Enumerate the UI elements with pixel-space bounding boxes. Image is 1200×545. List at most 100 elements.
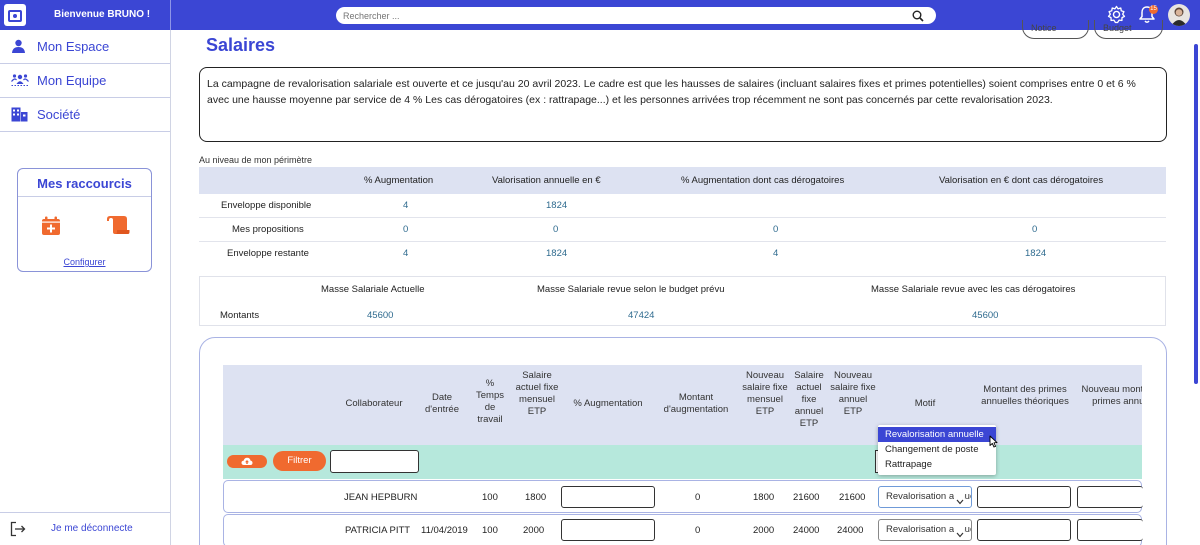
notification-badge: 15 — [1149, 5, 1158, 14]
table-cell: 4 — [403, 248, 409, 259]
page-title: Salaires — [206, 35, 276, 55]
sidebar-item-mon-espace[interactable]: Mon Espace — [0, 30, 170, 64]
column-header: % Augmentation — [573, 398, 643, 409]
sidebar-item-label: Société — [37, 107, 81, 122]
sidebar-item-societe[interactable]: Société — [0, 98, 170, 132]
column-header: Valorisation en € dont cas dérogatoires — [939, 175, 1104, 186]
column-header: Nouveau salaire fixe annuel ETP — [830, 370, 876, 417]
cloud-upload-icon — [241, 457, 253, 465]
table-cell: 2000 — [523, 525, 545, 536]
notice-button[interactable]: Notice — [1022, 20, 1089, 39]
table-cell: 1800 — [525, 492, 547, 503]
shortcuts-title: Mes raccourcis — [37, 176, 132, 191]
column-header: Masse Salariale revue selon le budget pr… — [537, 284, 725, 295]
dropdown-option[interactable]: Rattrapage — [878, 457, 996, 472]
table-cell: 0 — [1032, 224, 1038, 235]
column-header: Masse Salariale revue avec les cas dérog… — [871, 284, 1076, 295]
building-icon — [11, 107, 28, 127]
perimeter-label: Au niveau de mon périmètre — [199, 155, 313, 165]
table-cell: 1824 — [1025, 248, 1047, 259]
motif-dropdown: Revalorisation annuelle Changement de po… — [878, 425, 996, 475]
column-header: Valorisation annuelle en € — [492, 175, 601, 186]
scroll-icon[interactable] — [106, 215, 130, 240]
table-cell: 0 — [695, 492, 701, 503]
column-header: % Augmentation dont cas dérogatoires — [681, 175, 845, 186]
row-label: Mes propositions — [232, 224, 304, 235]
table-cell: 4 — [773, 248, 779, 259]
table-cell: 24000 — [837, 525, 864, 536]
motif-select[interactable]: Revalorisation annuelle — [878, 519, 972, 541]
budget-button-label: Budget — [1103, 23, 1132, 33]
logout-icon[interactable] — [10, 521, 26, 542]
app-logo[interactable] — [4, 4, 26, 26]
notice-button-label: Notice — [1031, 23, 1057, 33]
table-cell: 11/04/2019 — [421, 525, 468, 536]
column-header: Nouveau montant des primes annuelles — [1081, 384, 1142, 407]
row-label: Montants — [220, 310, 260, 321]
table-cell: 0 — [553, 224, 559, 235]
employee-name: PATRICIA PITT — [345, 525, 411, 536]
export-button[interactable] — [227, 455, 267, 468]
filter-input[interactable] — [330, 450, 419, 473]
table-cell: 24000 — [793, 525, 820, 536]
primes-input[interactable] — [977, 486, 1071, 508]
divider — [199, 241, 1166, 242]
column-header: Collaborateur — [345, 398, 403, 409]
column-header: % Temps de travail — [476, 378, 504, 425]
chevron-down-icon — [954, 526, 964, 540]
divider — [0, 512, 170, 513]
table-cell: 45600 — [972, 310, 999, 321]
table-cell: 1800 — [753, 492, 775, 503]
column-header-clip: Nouveau montant des primes annuelles — [1078, 365, 1142, 445]
configure-link[interactable]: Configurer — [18, 257, 151, 267]
column-header: Masse Salariale Actuelle — [321, 284, 425, 295]
team-icon — [11, 73, 29, 92]
budget-button[interactable]: Budget — [1094, 20, 1163, 39]
table-cell: 45600 — [367, 310, 394, 321]
sidebar-item-label: Mon Equipe — [37, 73, 107, 88]
augmentation-input[interactable] — [561, 519, 655, 541]
table-cell: 100 — [482, 525, 498, 536]
sidebar-item-mon-equipe[interactable]: Mon Equipe — [0, 64, 170, 98]
table-cell: 1824 — [546, 248, 568, 259]
primes-input[interactable] — [977, 519, 1071, 541]
shortcuts-card: Mes raccourcis Configurer — [17, 168, 152, 272]
new-primes-input[interactable] — [1077, 519, 1143, 541]
table-cell: 47424 — [628, 310, 655, 321]
budget-table: % Augmentation Valorisation annuelle en … — [199, 167, 1166, 266]
table-row[interactable]: JEAN HEPBURN 100 1800 0 1800 21600 21600… — [223, 480, 1143, 513]
search-input[interactable] — [343, 9, 903, 22]
table-cell: 100 — [482, 492, 498, 503]
employee-name: JEAN HEPBURN — [344, 492, 418, 503]
dropdown-option[interactable]: Revalorisation annuelle — [878, 427, 996, 442]
motif-select[interactable]: Revalorisation annuelle — [878, 486, 972, 508]
column-header: Salaire actuel fixe annuel ETP — [794, 370, 824, 429]
search-box[interactable] — [336, 7, 936, 24]
welcome-text: Bienvenue BRUNO ! — [54, 9, 151, 20]
calendar-add-icon[interactable] — [41, 216, 61, 241]
row-label: Enveloppe restante — [227, 248, 309, 259]
dropdown-option[interactable]: Changement de poste — [878, 442, 996, 457]
user-icon — [11, 39, 26, 59]
augmentation-input[interactable] — [561, 486, 655, 508]
top-bar: Bienvenue BRUNO ! 15 — [0, 0, 1200, 30]
avatar[interactable] — [1168, 4, 1190, 26]
table-cell: 0 — [773, 224, 779, 235]
new-primes-input[interactable] — [1077, 486, 1143, 508]
table-cell: 0 — [403, 224, 409, 235]
sidebar: Mon Espace Mon Equipe Société Mes raccou… — [0, 30, 171, 545]
filter-button[interactable]: Filtrer — [273, 451, 326, 471]
column-header: Montant des primes annuelles théoriques — [981, 384, 1069, 407]
chevron-down-icon — [954, 493, 964, 507]
sidebar-item-label: Mon Espace — [37, 39, 110, 54]
column-header: Date d'entrée — [424, 392, 460, 415]
search-icon[interactable] — [912, 9, 924, 27]
salary-mass-table: Masse Salariale Actuelle Masse Salariale… — [199, 276, 1166, 326]
scrollbar[interactable] — [1194, 44, 1198, 384]
table-cell: 2000 — [753, 525, 775, 536]
mouse-cursor-icon — [989, 435, 998, 453]
column-header: Montant d'augmentation — [663, 392, 729, 415]
table-row[interactable]: PATRICIA PITT 11/04/2019 100 2000 0 2000… — [223, 514, 1143, 545]
table-cell: 21600 — [839, 492, 866, 503]
logout-link[interactable]: Je me déconnecte — [51, 523, 133, 534]
